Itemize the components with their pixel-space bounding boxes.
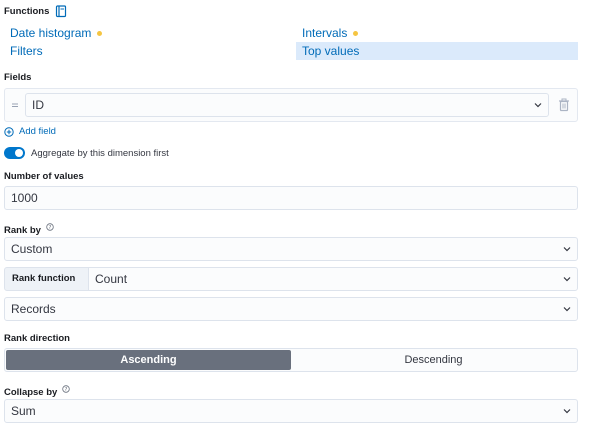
function-intervals[interactable]: Intervals [296, 24, 578, 42]
rank-descending-button[interactable]: Descending [291, 350, 576, 370]
function-label: Filters [10, 44, 43, 58]
number-of-values-value: 1000 [11, 191, 38, 205]
info-icon[interactable]: ? [46, 223, 55, 231]
rank-field-value: Records [11, 302, 56, 316]
collapse-by-label: Collapse by [4, 387, 58, 398]
svg-text:?: ? [64, 387, 67, 393]
rank-direction-segmented: Ascending Descending [4, 348, 578, 372]
rank-by-select[interactable]: Custom [4, 237, 578, 261]
collapse-by-label-row: Collapse by ? [4, 384, 70, 398]
rank-by-value: Custom [11, 242, 53, 256]
collapse-by-select[interactable]: Sum [4, 399, 578, 423]
chevron-down-icon [563, 409, 571, 414]
rank-direction-label: Rank direction [4, 333, 70, 344]
rank-function-prepend: Rank function [4, 267, 89, 291]
function-top-values[interactable]: Top values [296, 42, 578, 60]
svg-text:?: ? [49, 225, 52, 231]
documentation-icon[interactable] [55, 5, 67, 18]
function-filters[interactable]: Filters [4, 42, 284, 60]
function-label: Top values [302, 44, 360, 58]
rank-ascending-button[interactable]: Ascending [6, 350, 291, 370]
aggregate-toggle-label: Aggregate by this dimension first [31, 148, 169, 159]
add-field-label: Add field [19, 126, 56, 137]
fields-label: Fields [4, 72, 32, 83]
rank-by-label: Rank by [4, 225, 41, 236]
collapse-by-value: Sum [11, 404, 36, 418]
chevron-down-icon [534, 103, 542, 108]
chevron-down-icon [563, 247, 571, 252]
info-icon[interactable]: ? [61, 385, 70, 393]
rank-function-value: Count [95, 272, 128, 286]
plus-in-circle-icon [4, 127, 14, 137]
function-date-histogram[interactable]: Date histogram [4, 24, 284, 42]
compatible-dot-icon [97, 31, 103, 37]
dimension-editor-panel: Functions Date histogram Intervals Filte… [0, 0, 589, 428]
rank-by-label-row: Rank by ? [4, 222, 55, 236]
rank-function-select[interactable]: Count [88, 267, 578, 291]
number-of-values-input[interactable]: 1000 [4, 186, 578, 210]
function-label: Date histogram [10, 26, 92, 40]
field-row: ID [4, 88, 578, 122]
function-label: Intervals [302, 26, 348, 40]
chevron-down-icon [563, 277, 571, 282]
trash-icon[interactable] [558, 98, 570, 112]
compatible-dot-icon [353, 31, 359, 37]
drag-handle-icon[interactable] [11, 101, 19, 109]
aggregate-toggle[interactable] [4, 147, 25, 159]
rank-field-select[interactable]: Records [4, 297, 578, 321]
number-of-values-label: Number of values [4, 171, 84, 182]
field-select-value: ID [32, 98, 44, 112]
field-select[interactable]: ID [25, 93, 549, 117]
functions-label: Functions [4, 6, 50, 17]
chevron-down-icon [563, 307, 571, 312]
